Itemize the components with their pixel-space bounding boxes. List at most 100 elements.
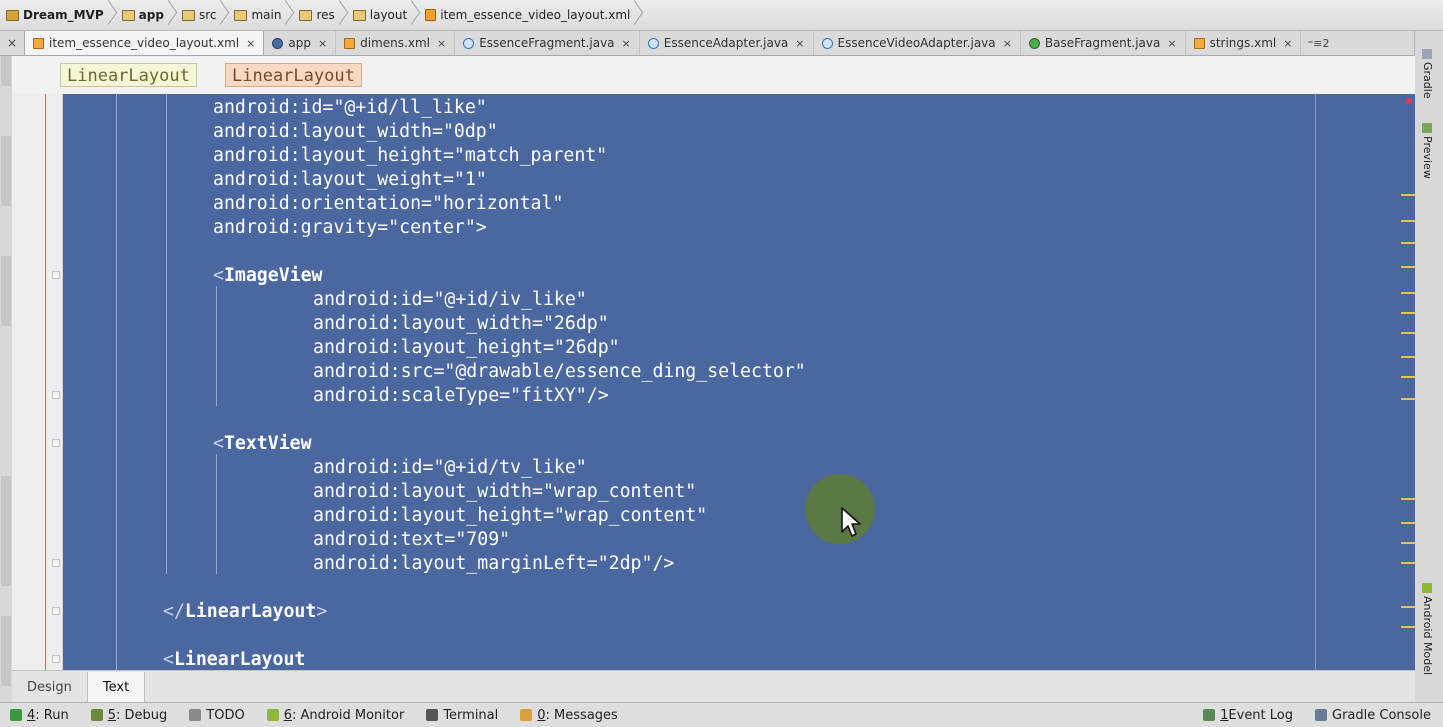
fold-marker-icon[interactable] — [52, 559, 60, 567]
code-line-text: android:layout_width="26dp" — [313, 313, 609, 334]
code-line[interactable]: <TextView — [63, 432, 806, 456]
close-icon[interactable]: × — [1003, 37, 1012, 50]
code-editor[interactable]: android:id="@+id/ll_like" android:layout_… — [63, 94, 1415, 670]
close-icon[interactable]: × — [437, 37, 446, 50]
editor-tab[interactable]: strings.xml × — [1186, 31, 1302, 55]
editor-tab[interactable]: EssenceFragment.java × — [455, 31, 640, 55]
code-line[interactable]: android:layout_width="0dp" — [63, 120, 806, 144]
close-icon[interactable]: × — [318, 37, 327, 50]
run-tool-button[interactable]: 4: Run — [0, 708, 81, 723]
editor-tab[interactable]: dimens.xml × — [336, 31, 456, 55]
code-line[interactable]: android:layout_height="match_parent" — [63, 144, 806, 168]
android-tool-button[interactable]: 6: Android Monitor — [257, 708, 417, 723]
event-log-tool-button[interactable]: 1 Event Log — [1193, 708, 1305, 723]
code-line[interactable] — [63, 624, 806, 648]
code-line[interactable]: android:src="@drawable/essence_ding_sele… — [63, 360, 806, 384]
code-line[interactable] — [63, 408, 806, 432]
close-icon[interactable]: × — [246, 37, 255, 50]
code-line[interactable]: android:id="@+id/tv_like" — [63, 456, 806, 480]
code-line[interactable]: android:layout_width="26dp" — [63, 312, 806, 336]
code-content[interactable]: android:id="@+id/ll_like" android:layout_… — [63, 96, 806, 670]
marker[interactable] — [1401, 220, 1415, 222]
terminal-tool-button[interactable]: Terminal — [416, 708, 510, 723]
favorites-tool-tab[interactable] — [1, 616, 11, 686]
error-marker[interactable] — [1406, 98, 1412, 104]
close-icon[interactable]: × — [795, 37, 804, 50]
code-line[interactable]: android:gravity="center"> — [63, 216, 806, 240]
code-line[interactable]: android:id="@+id/ll_like" — [63, 96, 806, 120]
marker[interactable] — [1401, 626, 1415, 628]
marker[interactable] — [1401, 398, 1415, 400]
debug-tool-button[interactable]: 5: Debug — [81, 708, 180, 723]
code-line[interactable]: <ImageView — [63, 264, 806, 288]
code-line[interactable]: android:id="@+id/iv_like" — [63, 288, 806, 312]
todo-tool-button[interactable]: TODO — [179, 708, 256, 723]
code-line[interactable]: android:text="709" — [63, 528, 806, 552]
close-icon[interactable]: × — [622, 37, 631, 50]
marker[interactable] — [1401, 332, 1415, 334]
code-line[interactable]: android:layout_height="wrap_content" — [63, 504, 806, 528]
project-tool-tab[interactable] — [1, 56, 11, 86]
fold-marker-icon[interactable] — [52, 391, 60, 399]
breadcrumb-item[interactable]: src — [178, 4, 231, 26]
breadcrumb-item[interactable]: main — [230, 4, 295, 26]
error-stripe[interactable] — [1401, 94, 1415, 670]
marker[interactable] — [1401, 242, 1415, 244]
code-line[interactable]: </LinearLayout> — [63, 600, 806, 624]
messages-tool-button[interactable]: 0: Messages — [510, 708, 630, 723]
breadcrumb-item[interactable]: res — [295, 4, 348, 26]
marker[interactable] — [1401, 498, 1415, 500]
structure-tool-tab[interactable] — [1, 136, 11, 206]
tab-overflow-icon[interactable]: ⁼≡2 — [1301, 31, 1335, 55]
breadcrumb-label: src — [198, 8, 217, 22]
gradle-panel-tab[interactable]: Gradle — [1421, 49, 1434, 99]
breadcrumb-item[interactable]: Dream_MVP — [2, 4, 118, 26]
captures-tool-tab[interactable] — [1, 256, 11, 326]
preview-panel-tab[interactable]: Preview — [1421, 123, 1434, 179]
code-line[interactable]: <LinearLayout — [63, 648, 806, 670]
editor-tab[interactable]: item_essence_video_layout.xml × — [24, 31, 265, 55]
folder-icon — [234, 9, 248, 21]
marker[interactable] — [1401, 292, 1415, 294]
fold-marker-icon[interactable] — [52, 271, 60, 279]
code-line[interactable]: android:layout_marginLeft="2dp"/> — [63, 552, 806, 576]
tag-path-item-current[interactable]: LinearLayout — [225, 63, 362, 87]
code-line[interactable]: android:orientation="horizontal" — [63, 192, 806, 216]
code-line[interactable]: android:layout_height="26dp" — [63, 336, 806, 360]
breadcrumb-item[interactable]: layout — [349, 4, 421, 26]
android-model-panel-tab[interactable]: Android Model — [1421, 583, 1434, 675]
code-line[interactable]: android:scaleType="fitXY"/> — [63, 384, 806, 408]
code-line[interactable] — [63, 576, 806, 600]
marker[interactable] — [1401, 562, 1415, 564]
marker[interactable] — [1401, 376, 1415, 378]
fold-marker-icon[interactable] — [52, 607, 60, 615]
marker[interactable] — [1401, 266, 1415, 268]
code-line[interactable]: android:layout_width="wrap_content" — [63, 480, 806, 504]
breadcrumb-item[interactable]: app — [118, 4, 178, 26]
marker[interactable] — [1401, 312, 1415, 314]
close-icon[interactable]: × — [1167, 37, 1176, 50]
code-line[interactable] — [63, 240, 806, 264]
marker[interactable] — [1401, 522, 1415, 524]
marker[interactable] — [1401, 606, 1415, 608]
tool-label: TODO — [206, 707, 245, 723]
fold-marker-icon[interactable] — [52, 655, 60, 663]
tag-path-item[interactable]: LinearLayout — [60, 63, 197, 87]
marker[interactable] — [1401, 356, 1415, 358]
editor-tab[interactable]: app × — [264, 31, 337, 55]
breadcrumb-item[interactable]: item_essence_video_layout.xml — [421, 4, 644, 26]
tab-text[interactable]: Text — [86, 672, 146, 702]
editor-tab[interactable]: BaseFragment.java × — [1021, 31, 1186, 55]
fold-marker-icon[interactable] — [52, 439, 60, 447]
editor-tab[interactable]: EssenceVideoAdapter.java × — [814, 31, 1021, 55]
close-tabs-icon[interactable]: × — [0, 31, 24, 55]
marker[interactable] — [1401, 194, 1415, 196]
build-variants-tool-tab[interactable] — [1, 476, 11, 586]
editor-tab[interactable]: EssenceAdapter.java × — [640, 31, 814, 55]
close-icon[interactable]: × — [1283, 37, 1292, 50]
marker[interactable] — [1401, 542, 1415, 544]
gradle-console-tool-button[interactable]: Gradle Console — [1305, 708, 1443, 723]
xml-file-icon — [33, 37, 44, 49]
tab-design[interactable]: Design — [12, 672, 87, 702]
code-line[interactable]: android:layout_weight="1" — [63, 168, 806, 192]
